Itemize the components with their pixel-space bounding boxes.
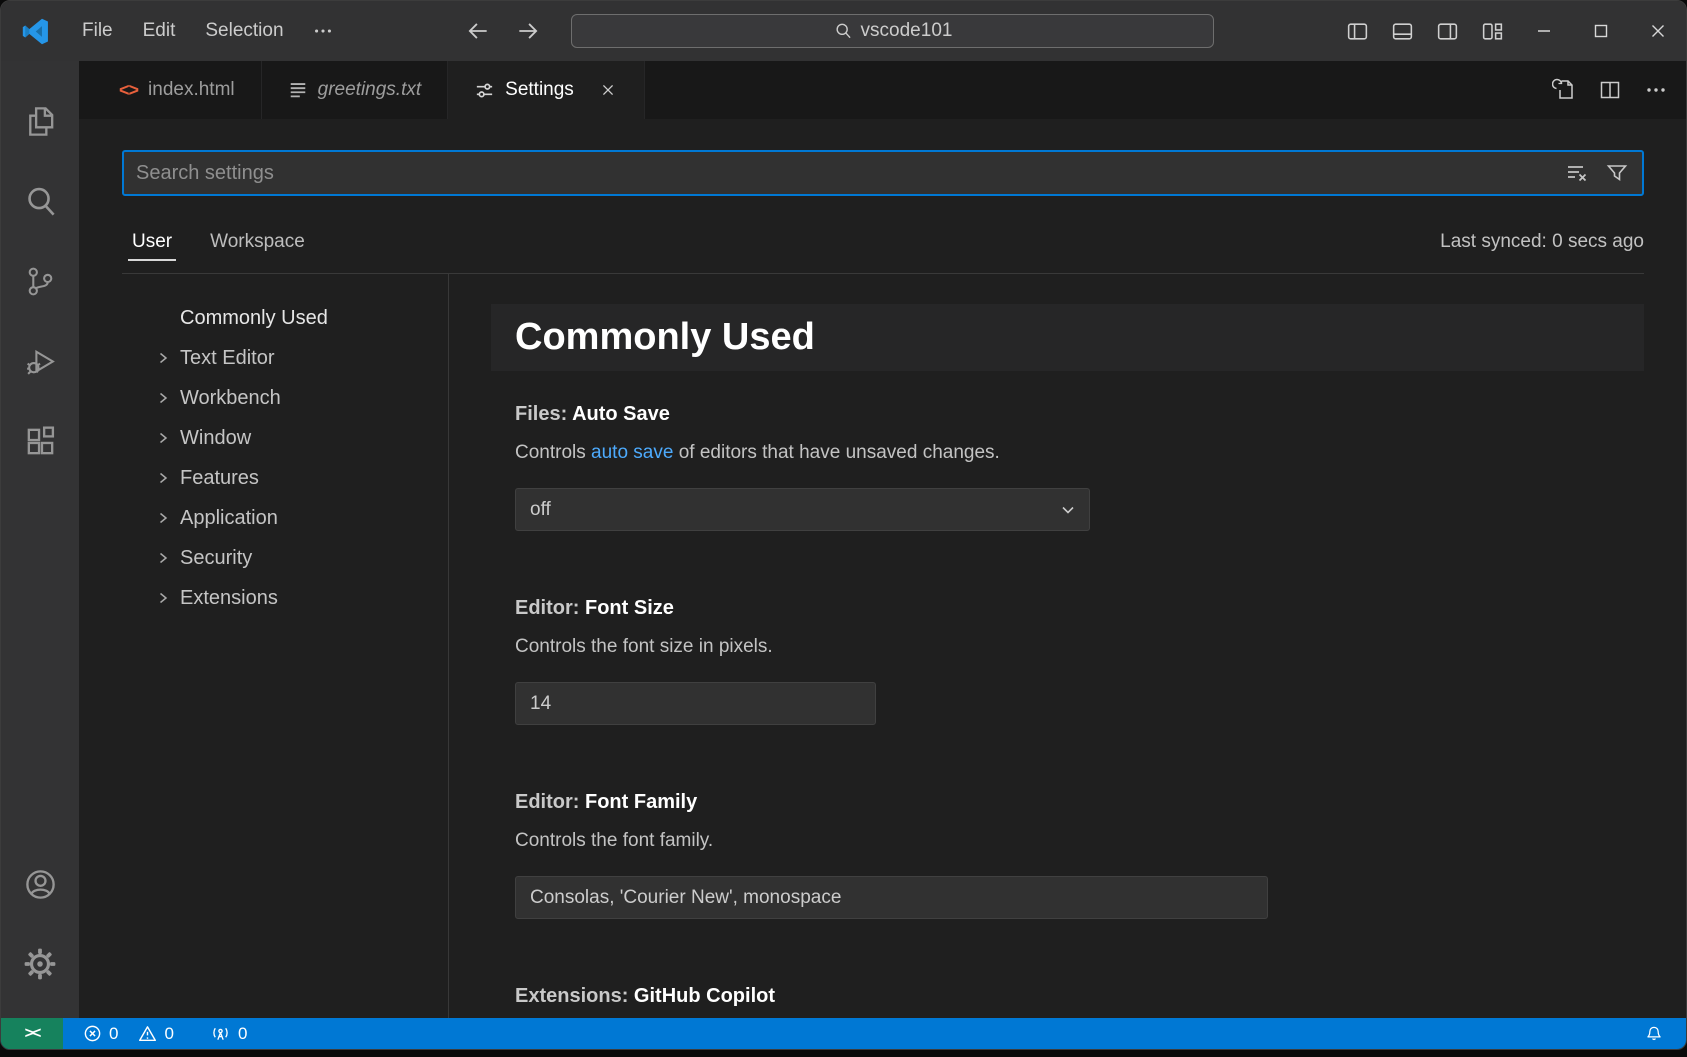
settings-gear-icon[interactable] [1,924,79,1004]
toggle-panel-icon[interactable] [1380,1,1425,61]
tab-index-html[interactable]: <> index.html [79,61,262,119]
history-navigation [463,1,543,61]
setting-description: Controls the font size in pixels. [515,636,1644,658]
search-sidebar-icon[interactable] [1,161,79,241]
title-bar: File Edit Selection vscode101 [1,1,1686,61]
titlebar-controls [1335,1,1686,61]
setting-title: Editor: Font Size [515,597,1644,620]
last-synced-label: Last synced: 0 secs ago [1440,231,1644,253]
error-count: 0 [109,1024,118,1044]
maximize-button[interactable] [1572,1,1629,61]
vscode-logo-icon [22,18,49,45]
settings-scope-row: User Workspace Last synced: 0 secs ago [122,196,1644,274]
vscode-window: File Edit Selection vscode101 [0,0,1687,1050]
editor-actions [1546,61,1686,119]
section-heading: Commonly Used [491,304,1644,371]
setting-description: Controls auto save of editors that have … [515,442,1644,464]
scope-tab-user[interactable]: User [128,223,176,261]
command-center-query: vscode101 [861,20,953,42]
extensions-icon[interactable] [1,401,79,481]
html-file-icon: <> [119,80,138,101]
font-family-input[interactable] [515,876,1268,919]
remote-icon: >< [25,1025,40,1043]
search-icon [833,21,853,41]
source-control-icon[interactable] [1,241,79,321]
toc-text-editor[interactable]: Text Editor [79,338,448,378]
warning-count: 0 [164,1024,173,1044]
tab-greetings-txt[interactable]: greetings.txt [262,61,449,119]
chevron-right-icon [155,470,171,486]
more-actions-icon[interactable] [1638,72,1674,108]
settings-search-input[interactable] [136,162,1562,185]
toc-features[interactable]: Features [79,458,448,498]
settings-toc: Commonly Used Text Editor [79,274,449,1018]
toggle-primary-sidebar-icon[interactable] [1335,1,1380,61]
ports-count: 0 [238,1024,247,1044]
run-debug-icon[interactable] [1,321,79,401]
settings-sliders-icon [474,80,495,101]
explorer-icon[interactable] [1,81,79,161]
setting-extensions-github-copilot: Extensions: GitHub Copilot [515,985,1644,1008]
chevron-right-icon [155,550,171,566]
chevron-right-icon [155,430,171,446]
chevron-right-icon [155,390,171,406]
font-size-input[interactable] [515,682,876,725]
error-circle-icon [83,1024,102,1043]
setting-editor-font-size: Editor: Font Size Controls the font size… [515,597,1644,725]
split-editor-icon[interactable] [1592,72,1628,108]
chevron-down-icon [1059,501,1077,519]
minimize-button[interactable] [1515,1,1572,61]
radio-tower-icon [210,1024,231,1043]
remote-indicator[interactable]: >< [1,1018,63,1049]
settings-editor: User Workspace Last synced: 0 secs ago C… [79,119,1686,1018]
toc-extensions[interactable]: Extensions [79,578,448,618]
setting-editor-font-family: Editor: Font Family Controls the font fa… [515,791,1644,919]
chevron-right-icon [155,350,171,366]
notifications-bell-icon[interactable] [1644,1024,1664,1044]
settings-content: Commonly Used Files: Auto Save Controls … [449,274,1686,1018]
activity-bar [1,61,79,1018]
command-center-search[interactable]: vscode101 [571,14,1214,48]
warning-triangle-icon [138,1024,157,1043]
menu-bar: File Edit Selection [67,13,347,49]
setting-title: Files: Auto Save [515,403,1644,426]
back-arrow-icon[interactable] [463,16,493,46]
setting-title: Extensions: GitHub Copilot [515,985,1644,1008]
tab-settings[interactable]: Settings [448,61,645,119]
text-file-icon [288,80,308,100]
chevron-right-icon [155,590,171,606]
toc-commonly-used[interactable]: Commonly Used [79,298,448,338]
problems-status[interactable]: 0 0 [83,1024,174,1044]
ports-status[interactable]: 0 [210,1024,247,1044]
forward-arrow-icon[interactable] [513,16,543,46]
clear-search-icon[interactable] [1562,158,1592,188]
settings-search-box [122,150,1644,196]
auto-save-dropdown[interactable]: off [515,488,1090,531]
toc-application[interactable]: Application [79,498,448,538]
toc-security[interactable]: Security [79,538,448,578]
menu-edit[interactable]: Edit [128,13,191,49]
toc-window[interactable]: Window [79,418,448,458]
setting-files-auto-save: Files: Auto Save Controls auto save of e… [515,403,1644,531]
status-bar: >< 0 0 0 [1,1018,1686,1049]
setting-description: Controls the font family. [515,830,1644,852]
toggle-secondary-sidebar-icon[interactable] [1425,1,1470,61]
menu-more-button[interactable] [299,13,347,49]
toc-workbench[interactable]: Workbench [79,378,448,418]
chevron-right-icon [155,510,171,526]
customize-layout-icon[interactable] [1470,1,1515,61]
scope-tab-workspace[interactable]: Workspace [206,223,309,261]
auto-save-link[interactable]: auto save [591,442,673,463]
menu-file[interactable]: File [67,13,128,49]
close-window-button[interactable] [1629,1,1686,61]
menu-selection[interactable]: Selection [190,13,298,49]
open-settings-json-icon[interactable] [1546,72,1582,108]
setting-title: Editor: Font Family [515,791,1644,814]
filter-funnel-icon[interactable] [1602,158,1632,188]
accounts-icon[interactable] [1,844,79,924]
close-tab-icon[interactable] [598,80,618,100]
editor-tab-bar: <> index.html greetings.txt Settings [79,61,1686,119]
